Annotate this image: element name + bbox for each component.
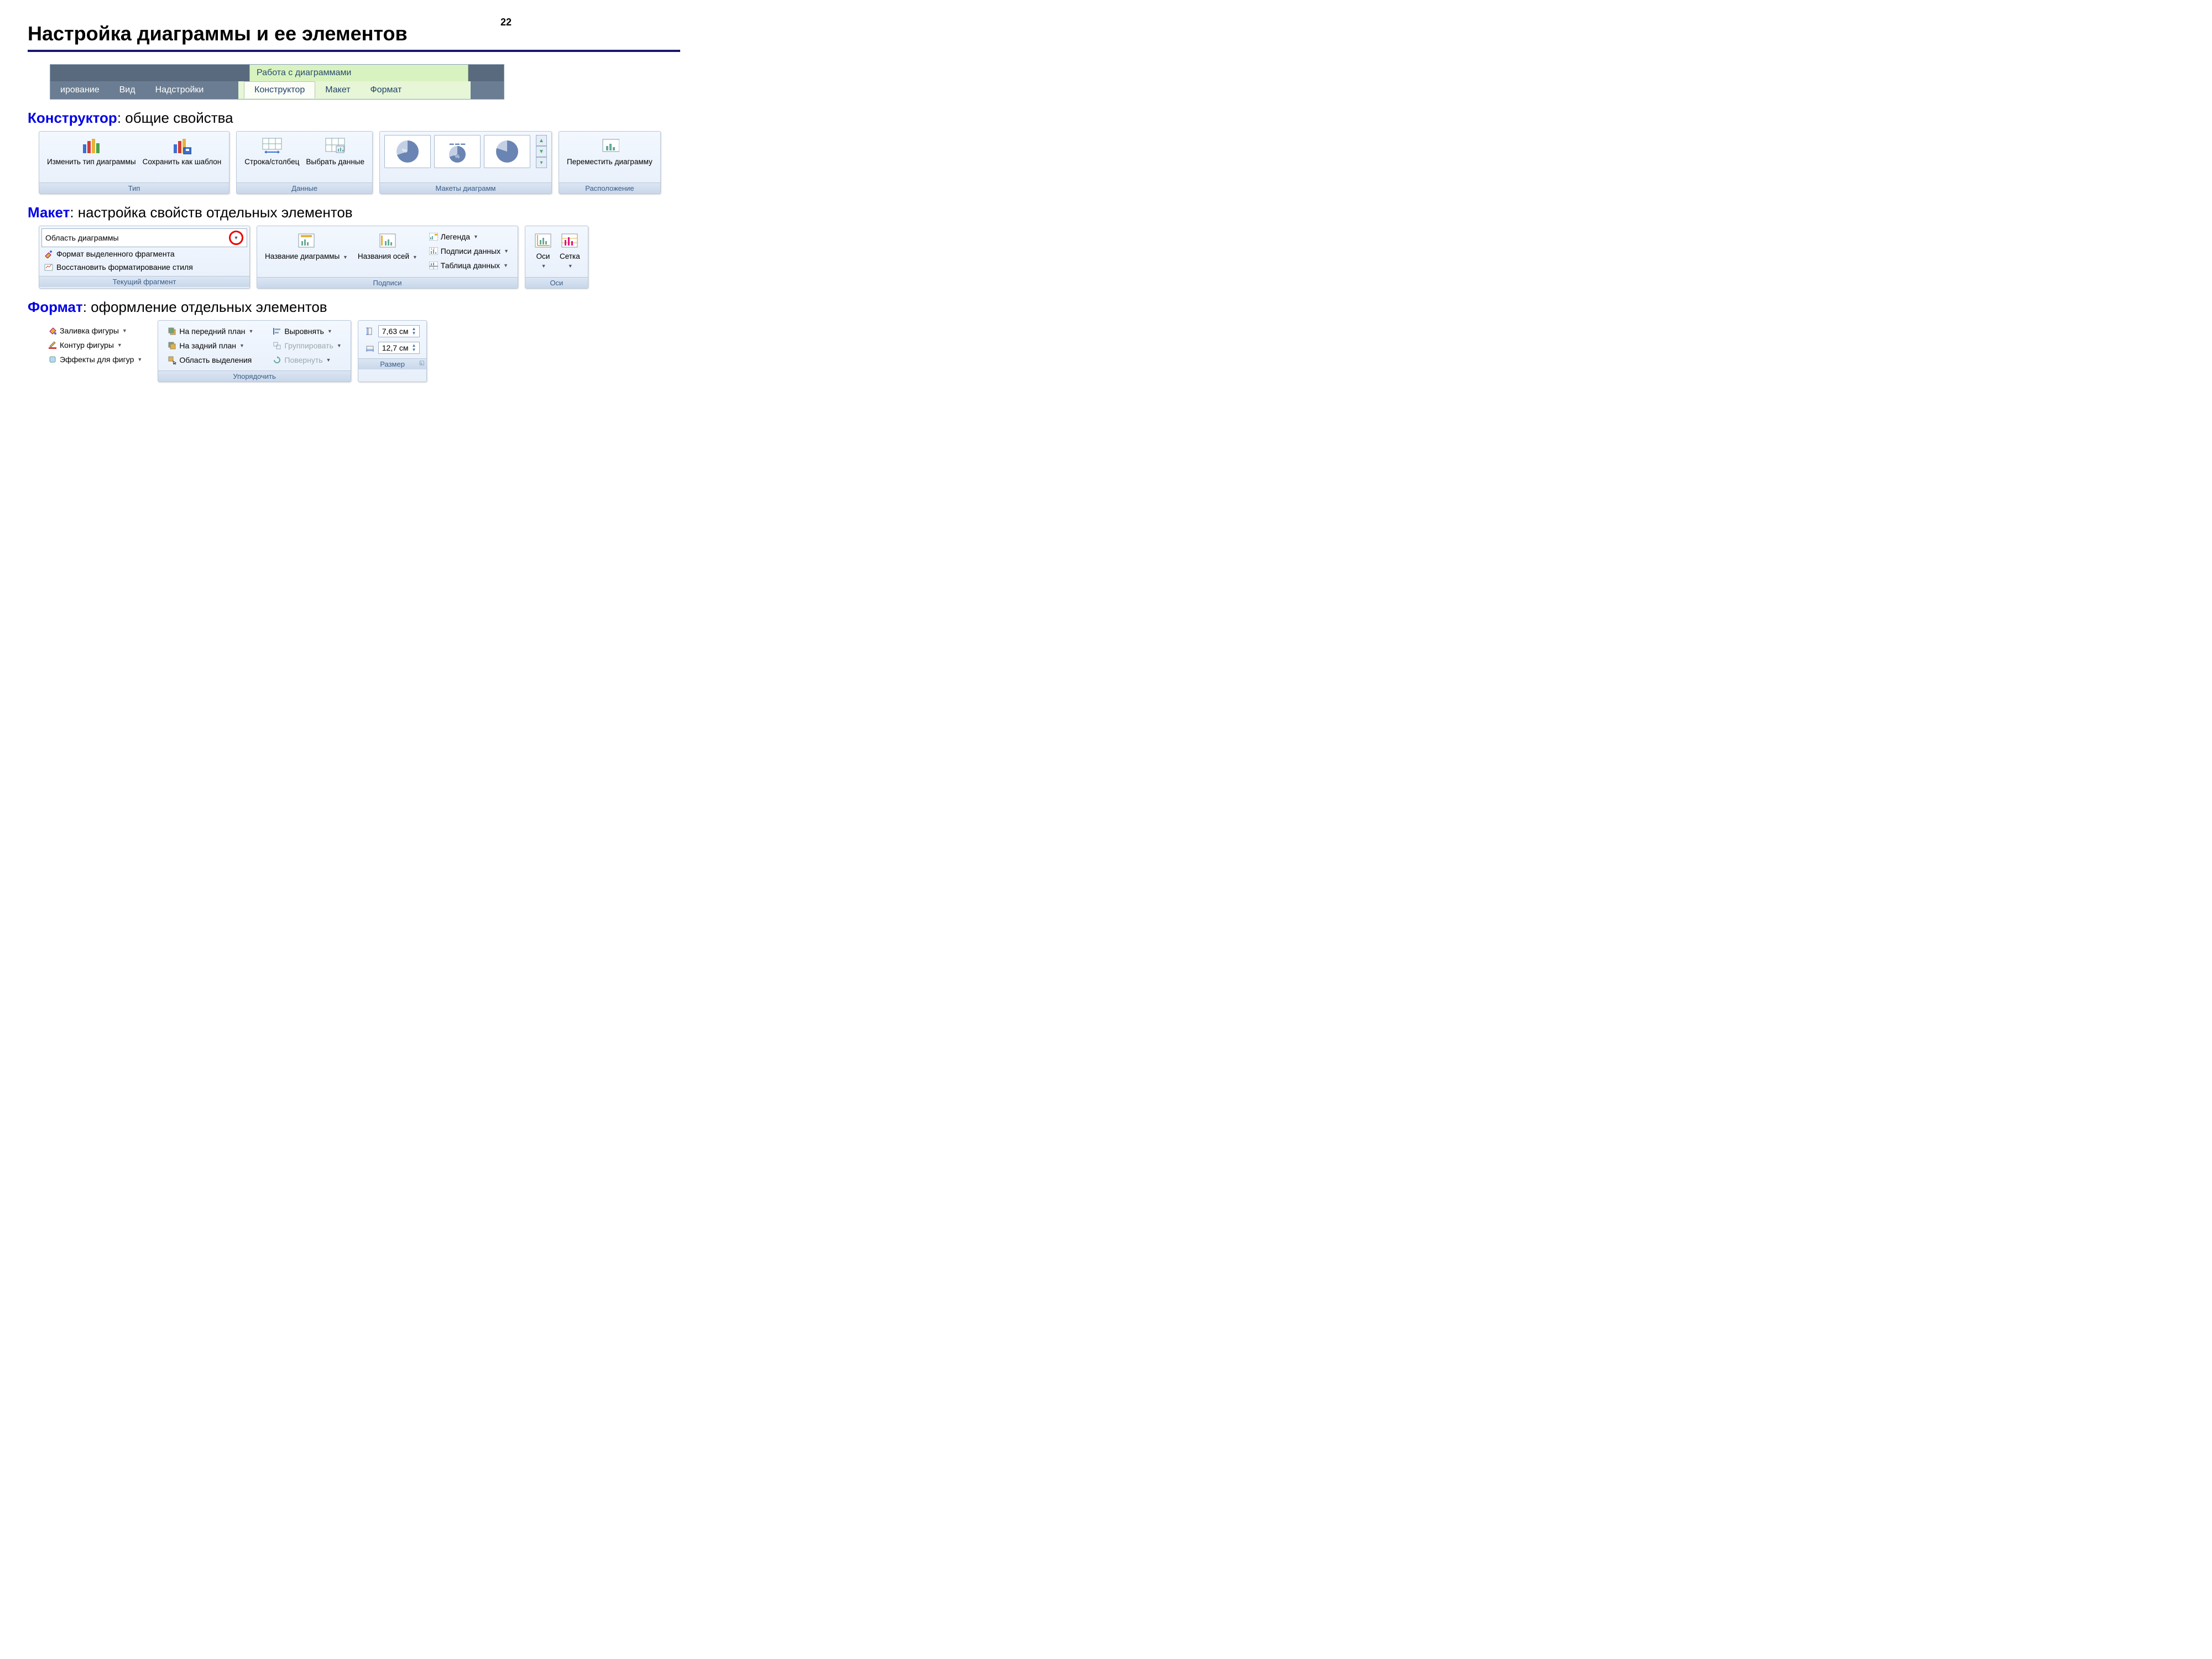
- save-template-button[interactable]: Сохранить как шаблон: [139, 135, 225, 168]
- group-shape-styles: Заливка фигуры▼ Контур фигуры▼ Эффекты д…: [39, 320, 151, 382]
- move-chart-button[interactable]: Переместить диаграмму: [564, 135, 656, 168]
- page-number: 22: [500, 17, 512, 28]
- tab-addins[interactable]: Надстройки: [145, 81, 214, 99]
- data-labels-icon: 1 2: [429, 246, 439, 256]
- align-icon: [272, 326, 282, 336]
- selection-pane-icon: [167, 355, 177, 365]
- height-spinner[interactable]: ▲▼: [412, 327, 416, 336]
- layout-thumb-1[interactable]: [384, 135, 431, 168]
- group-type-footer: Тип: [39, 182, 229, 194]
- switch-rowcol-icon: [262, 136, 282, 156]
- rotate-button[interactable]: Повернуть▼: [270, 354, 343, 366]
- group-current-selection: Область диаграммы ▼ Формат выделенного ф…: [39, 226, 250, 289]
- height-input[interactable]: 7,63 см ▲▼: [378, 325, 420, 337]
- reset-style-icon: [44, 262, 54, 272]
- size-dialog-launcher[interactable]: ◱: [419, 360, 424, 366]
- chart-title-icon: [296, 231, 316, 251]
- group-layouts-footer: Макеты диаграмм: [380, 182, 551, 194]
- pencil-line-icon: [48, 340, 58, 350]
- bring-front-button[interactable]: На передний план▼: [165, 325, 255, 337]
- group-location-footer: Расположение: [559, 182, 660, 194]
- data-table-icon: [429, 260, 439, 270]
- shape-effects-button[interactable]: Эффекты для фигур▼: [45, 353, 144, 366]
- width-spinner[interactable]: ▲▼: [412, 343, 416, 352]
- layout-thumb-3[interactable]: [484, 135, 530, 168]
- chart-element-selector[interactable]: Область диаграммы ▼: [41, 228, 247, 247]
- change-chart-type-button[interactable]: Изменить тип диаграммы: [44, 135, 139, 168]
- group-button[interactable]: Группировать▼: [270, 340, 343, 352]
- effects-icon: [48, 354, 58, 364]
- title-rule: [28, 50, 680, 52]
- group-size: 7,63 см ▲▼ 12,7 см ▲▼ Размер ◱: [358, 320, 427, 382]
- section-layout-label: Макет: настройка свойств отдельных элеме…: [28, 204, 680, 221]
- tab-layout[interactable]: Макет: [315, 81, 360, 99]
- layout-thumb-2[interactable]: ▬ ▬ ▬: [434, 135, 481, 168]
- gridlines-icon: [560, 231, 580, 251]
- section-format-label: Формат: оформление отдельных элементов: [28, 299, 680, 316]
- move-chart-icon: [599, 136, 619, 156]
- gridlines-button[interactable]: Сетка▼: [556, 229, 583, 271]
- group-arrange-footer: Упорядочить: [158, 371, 350, 382]
- tab-view[interactable]: Вид: [109, 81, 145, 99]
- group-labels: Название диаграммы ▼ Названия осей ▼ Лег…: [257, 226, 518, 289]
- layouts-scroll[interactable]: ▲▼▾: [536, 135, 547, 168]
- svg-text:1 2: 1 2: [431, 248, 435, 251]
- group-chart-layouts: ▬ ▬ ▬ ▲▼▾ Макеты диаграмм: [379, 131, 552, 194]
- group-axes: Оси▼ Сетка▼ Оси: [525, 226, 588, 289]
- legend-icon: [429, 232, 439, 242]
- dropdown-highlight-circle: ▼: [229, 231, 243, 245]
- format-selection-icon: [44, 249, 54, 259]
- group-arrange: На передний план▼ На задний план▼ Област…: [158, 320, 351, 382]
- width-icon: [365, 343, 375, 353]
- axes-icon: [533, 231, 553, 251]
- axes-button[interactable]: Оси▼: [530, 229, 556, 271]
- axis-titles-button[interactable]: Названия осей ▼: [354, 229, 421, 262]
- ribbon-contextual-bar: Работа с диаграммами ирование Вид Надстр…: [50, 64, 504, 100]
- legend-button[interactable]: Легенда▼: [426, 231, 511, 243]
- group-location: Переместить диаграмму Расположение: [559, 131, 661, 194]
- send-back-icon: [167, 341, 177, 351]
- select-data-icon: [325, 136, 345, 156]
- group-data-footer: Данные: [237, 182, 372, 194]
- reset-style-button[interactable]: Восстановить форматирование стиля: [41, 260, 247, 274]
- axis-titles-icon: [378, 231, 398, 251]
- section-design-label: Конструктор: общие свойства: [28, 109, 680, 127]
- group-type: Изменить тип диаграммы Сохранить как шаб…: [39, 131, 229, 194]
- slide-title: Настройка диаграммы и ее элементов: [28, 22, 680, 45]
- chart-title-button[interactable]: Название диаграммы ▼: [262, 229, 351, 262]
- group-icon: [272, 341, 282, 351]
- data-labels-button[interactable]: 1 2 Подписи данных▼: [426, 245, 511, 257]
- selection-pane-button[interactable]: Область выделения: [165, 354, 255, 366]
- group-size-footer: Размер ◱: [358, 358, 427, 369]
- group-current-footer: Текущий фрагмент: [39, 276, 249, 287]
- group-data: Строка/столбец Выбрать данные Данные: [236, 131, 373, 194]
- bar-chart-save-icon: [172, 136, 192, 156]
- send-back-button[interactable]: На задний план▼: [165, 340, 255, 352]
- tab-review-truncated[interactable]: ирование: [50, 81, 109, 99]
- switch-row-column-button[interactable]: Строка/столбец: [241, 135, 302, 168]
- shape-fill-button[interactable]: Заливка фигуры▼: [45, 325, 144, 337]
- height-icon: [365, 326, 375, 336]
- group-labels-footer: Подписи: [257, 277, 518, 288]
- bar-chart-icon: [81, 136, 101, 156]
- context-title: Работа с диаграммами: [249, 65, 468, 81]
- shape-outline-button[interactable]: Контур фигуры▼: [45, 339, 144, 351]
- width-input[interactable]: 12,7 см ▲▼: [378, 342, 420, 354]
- rotate-icon: [272, 355, 282, 365]
- format-selection-button[interactable]: Формат выделенного фрагмента: [41, 247, 247, 260]
- align-button[interactable]: Выровнять▼: [270, 325, 343, 337]
- tab-format[interactable]: Формат: [361, 81, 412, 99]
- group-axes-footer: Оси: [525, 277, 588, 288]
- paint-bucket-icon: [48, 326, 58, 336]
- select-data-button[interactable]: Выбрать данные: [302, 135, 368, 168]
- tab-design[interactable]: Конструктор: [244, 81, 315, 98]
- bring-front-icon: [167, 326, 177, 336]
- data-table-button[interactable]: Таблица данных▼: [426, 259, 511, 272]
